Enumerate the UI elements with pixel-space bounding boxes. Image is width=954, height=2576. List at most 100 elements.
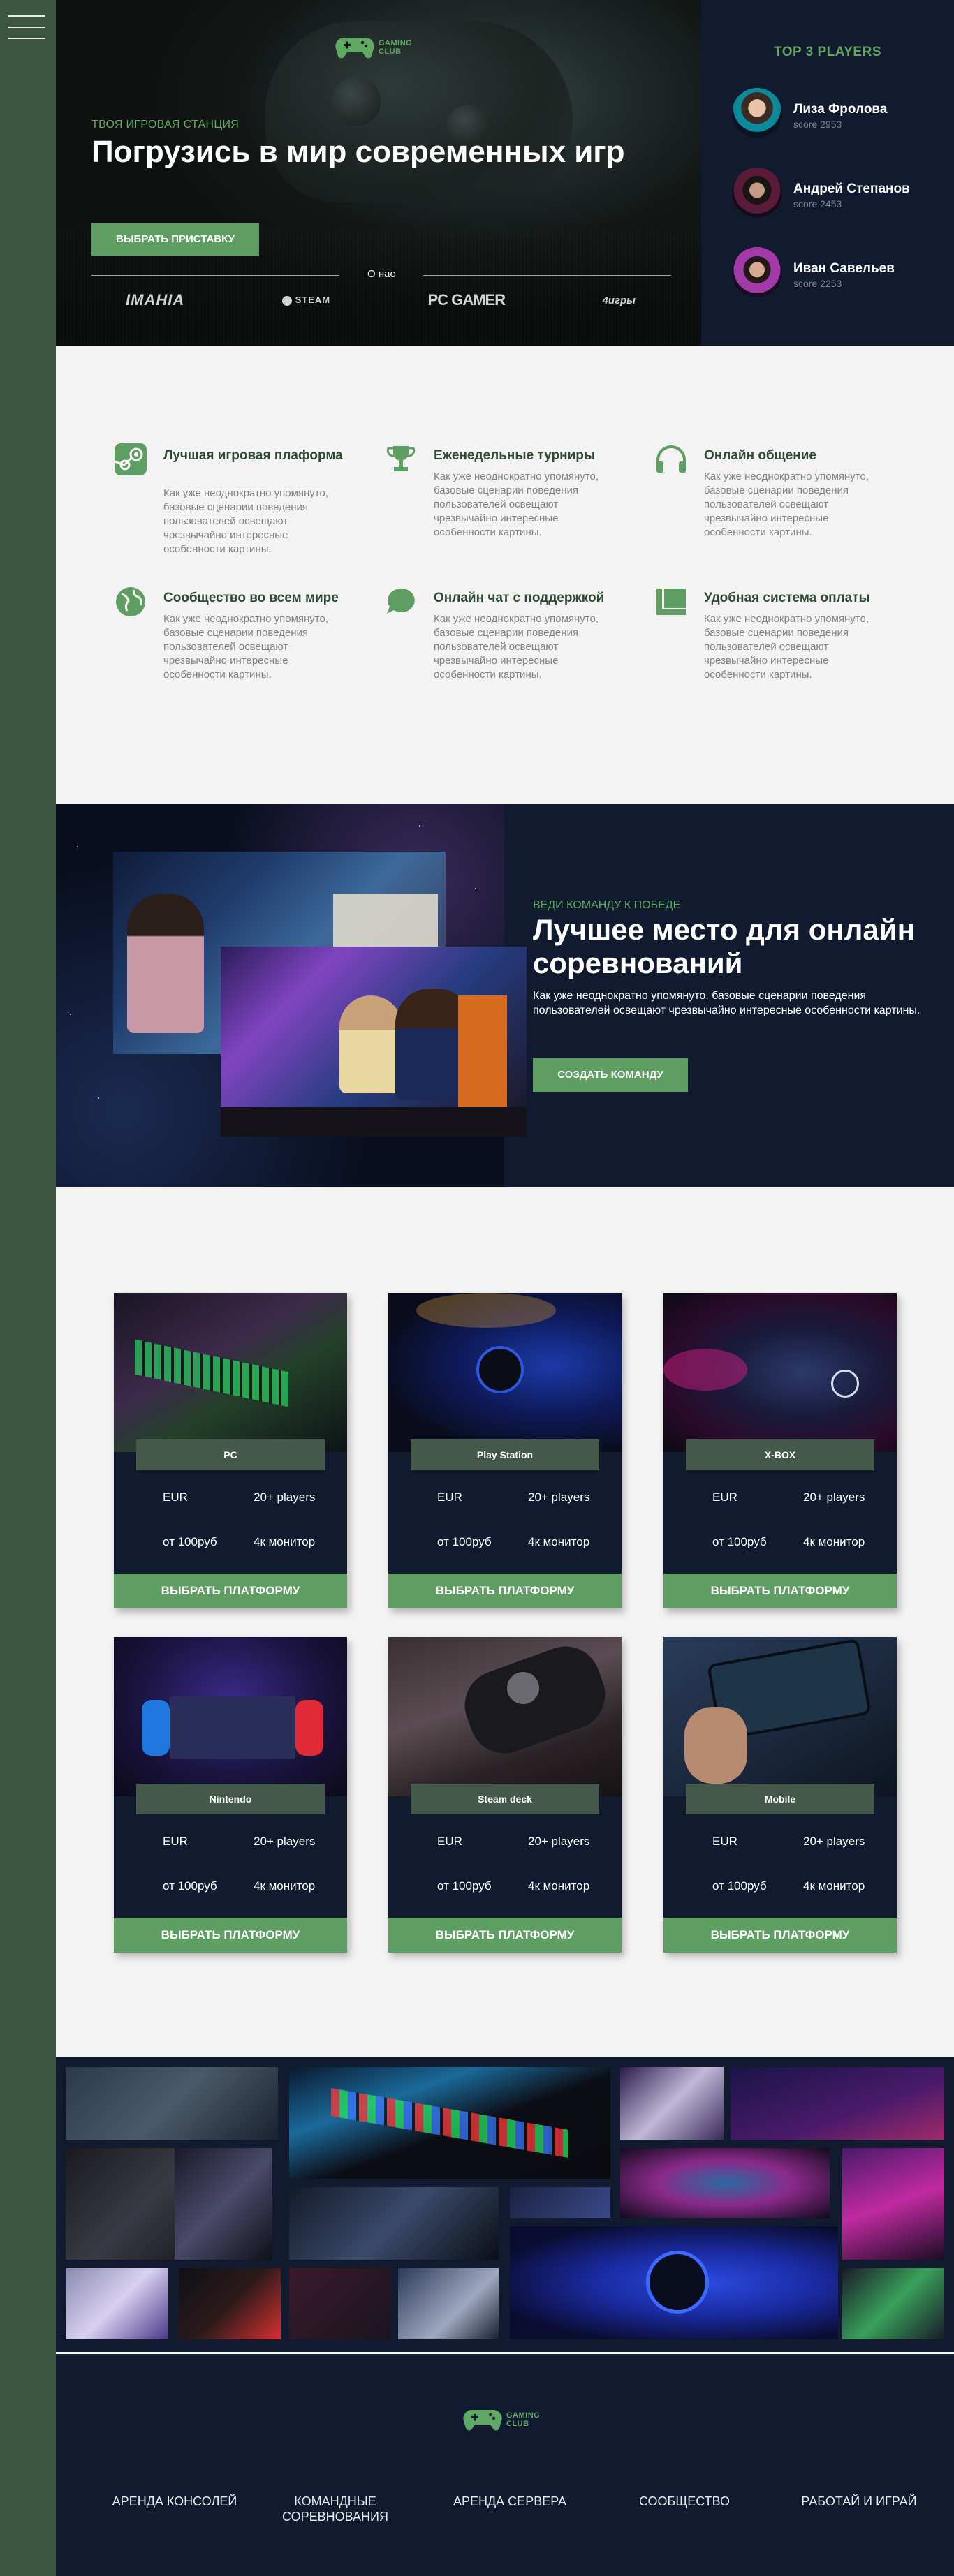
gallery-photo[interactable]: [731, 2067, 944, 2140]
gallery-photo[interactable]: [510, 2226, 838, 2339]
player-card[interactable]: Иван Савельев score 2253: [732, 247, 941, 303]
platform-players: 20+ players: [254, 1490, 316, 1504]
chat-icon: [387, 588, 415, 614]
platform-price: от 100руб: [163, 1535, 217, 1548]
best-place-section: ВЕДИ КОМАНДУ К ПОБЕДЕ Лучшее место для о…: [56, 804, 954, 1187]
player-card[interactable]: Лиза Фролова score 2953: [732, 88, 941, 144]
partner-logo[interactable]: 4игры: [603, 295, 636, 306]
feature-title: Лучшая игровая плаформа: [163, 448, 343, 463]
choose-platform-button[interactable]: ВЫБРАТЬ ПЛАТФОРМУ: [388, 1918, 622, 1953]
platform-row: EUR 20+ players: [437, 1490, 598, 1504]
platform-monitor: 4к монитор: [528, 1879, 590, 1893]
gallery-photo[interactable]: [842, 2268, 944, 2339]
choose-platform-button[interactable]: ВЫБРАТЬ ПЛАТФОРМУ: [388, 1574, 622, 1608]
feature-title: Онлайн общение: [704, 448, 816, 463]
platform-name: Nintendo: [136, 1784, 325, 1814]
best-kicker: ВЕДИ КОМАНДУ К ПОБЕДЕ: [533, 899, 681, 911]
platform-players: 20+ players: [803, 1835, 865, 1848]
create-team-button[interactable]: СОЗДАТЬ КОМАНДУ: [533, 1058, 688, 1092]
gallery-photo[interactable]: [510, 2187, 610, 2218]
footer-link-work-and-play[interactable]: РАБОТАЙ И ИГРАЙ: [782, 2494, 936, 2509]
platform-photo: [114, 1293, 347, 1452]
choose-platform-button[interactable]: ВЫБРАТЬ ПЛАТФОРМУ: [114, 1918, 347, 1953]
avatar: [732, 247, 782, 297]
partner-logo[interactable]: STEAM: [281, 295, 331, 306]
avatar: [732, 168, 782, 218]
headphones-icon: [656, 445, 686, 473]
gallery-photo[interactable]: [175, 2148, 272, 2260]
hamburger-icon[interactable]: [8, 15, 45, 40]
gallery-photo[interactable]: [398, 2268, 499, 2339]
choose-platform-button[interactable]: ВЫБРАТЬ ПЛАТФОРМУ: [663, 1574, 897, 1608]
gallery-photo[interactable]: [620, 2067, 724, 2140]
hero-section: GAMING CLUB ТВОЯ ИГРОВАЯ СТАНЦИЯ Погрузис…: [56, 0, 701, 346]
platform-photo: [388, 1637, 622, 1796]
platform-monitor: 4к монитор: [254, 1879, 316, 1893]
feature-text: Как уже неоднократно упомянуто, базовые …: [434, 471, 599, 538]
best-title: Лучшее место для онлайн соревнований: [533, 913, 915, 979]
about-divider: О нас: [91, 268, 671, 282]
gallery-photo[interactable]: [289, 2268, 391, 2339]
platform-players: 20+ players: [528, 1835, 590, 1848]
platform-card: X-BOX EUR 20+ players от 100руб 4к монитор…: [663, 1293, 897, 1608]
feature-title: Сообщество во всем мире: [163, 591, 339, 605]
partner-logo[interactable]: IMAHIA: [126, 291, 184, 309]
feature-text: Как уже неоднократно упомянуто, базовые …: [704, 471, 869, 538]
hero-title: Погрузись в мир современных игр: [91, 135, 625, 169]
star: [419, 825, 420, 827]
platform-card: Nintendo EUR 20+ players от 100руб 4к мони…: [114, 1637, 347, 1953]
gallery-photo[interactable]: [842, 2148, 944, 2260]
choose-console-button[interactable]: ВЫБРАТЬ ПРИСТАВКУ: [91, 223, 259, 256]
player-name: Иван Савельев: [793, 261, 895, 276]
platform-row: EUR 20+ players: [712, 1490, 873, 1504]
platform-monitor: 4к монитор: [803, 1879, 865, 1893]
team-photo: [221, 947, 527, 1137]
steam-logo-icon: [281, 295, 292, 306]
footer-link-community[interactable]: СООБЩЕСТВО: [615, 2494, 754, 2509]
platforms-section: PC EUR 20+ players от 100руб 4к монитор ВЫ…: [56, 1187, 954, 2057]
partner-logo[interactable]: PC GAMER: [428, 291, 506, 309]
platform-row: от 100руб 4к монитор: [163, 1879, 323, 1893]
logo-text-line1: GAMING: [379, 39, 413, 47]
footer-logo[interactable]: GAMING CLUB: [463, 2407, 540, 2432]
player-card[interactable]: Андрей Степанов score 2453: [732, 168, 941, 223]
logo-text-line2: CLUB: [379, 47, 402, 56]
platform-currency: EUR: [437, 1835, 462, 1848]
footer-link-server-rental[interactable]: АРЕНДА СЕРВЕРА: [419, 2494, 601, 2509]
platform-price: от 100руб: [437, 1535, 492, 1548]
feature-title: Удобная система оплаты: [704, 591, 870, 605]
choose-platform-button[interactable]: ВЫБРАТЬ ПЛАТФОРМУ: [114, 1574, 347, 1608]
gallery-photo[interactable]: [179, 2268, 281, 2339]
player-score: score 2253: [793, 278, 842, 289]
platform-price: от 100руб: [437, 1879, 492, 1893]
platform-players: 20+ players: [254, 1835, 316, 1848]
platform-photo: [663, 1637, 897, 1796]
gallery-photo[interactable]: [620, 2148, 830, 2218]
star: [475, 888, 476, 889]
feature-text: Как уже неоднократно упомянуто, базовые …: [434, 613, 599, 681]
photo-gallery: [56, 2057, 954, 2352]
player-score: score 2953: [793, 119, 842, 130]
choose-platform-button[interactable]: ВЫБРАТЬ ПЛАТФОРМУ: [663, 1918, 897, 1953]
footer-link-console-rental[interactable]: АРЕНДА КОНСОЛЕЙ: [84, 2494, 265, 2509]
footer-link-team-competitions[interactable]: КОМАНДНЫЕ СОРЕВНОВАНИЯ: [265, 2494, 405, 2524]
gallery-photo[interactable]: [289, 2067, 610, 2179]
platform-card: Play Station EUR 20+ players от 100руб 4к …: [388, 1293, 622, 1608]
platform-monitor: 4к монитор: [528, 1535, 590, 1548]
platform-currency: EUR: [163, 1835, 188, 1848]
gallery-photo[interactable]: [289, 2187, 499, 2260]
trophy-icon: [386, 446, 416, 471]
platform-row: EUR 20+ players: [163, 1835, 323, 1849]
gallery-photo[interactable]: [66, 2268, 168, 2339]
avatar: [732, 88, 782, 138]
gamepad-stick: [332, 77, 381, 126]
platform-photo: [114, 1637, 347, 1796]
feature-text: Как уже неоднократно упомянуто, базовые …: [163, 487, 329, 555]
platform-card: PC EUR 20+ players от 100руб 4к монитор ВЫ…: [114, 1293, 347, 1608]
about-link[interactable]: О нас: [91, 268, 671, 280]
site-logo[interactable]: GAMING CLUB: [335, 35, 412, 60]
player-score: score 2453: [793, 198, 842, 209]
platform-name: Steam deck: [411, 1784, 599, 1814]
platform-row: от 100руб 4к монитор: [163, 1535, 323, 1549]
gallery-photo[interactable]: [66, 2067, 278, 2140]
